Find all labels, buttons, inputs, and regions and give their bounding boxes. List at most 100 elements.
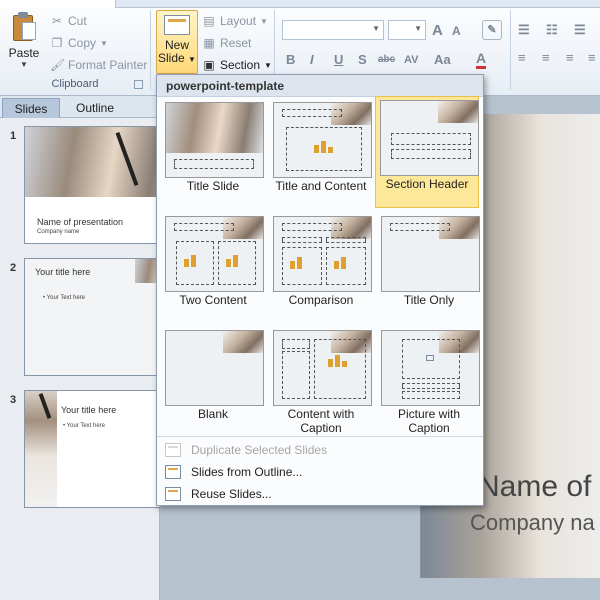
chevron-down-icon: ▼ <box>264 60 272 70</box>
layout-comparison[interactable]: Comparison <box>269 213 373 325</box>
content-icons <box>334 257 356 269</box>
layout-content-with-caption[interactable]: Content with Caption <box>269 327 373 439</box>
indent-icon[interactable]: ☰ <box>574 22 586 38</box>
font-size-combobox[interactable]: ▼ <box>388 20 426 40</box>
layout-preview <box>381 330 480 406</box>
chevron-down-icon[interactable]: ▼ <box>4 60 44 69</box>
layout-preview <box>273 102 372 178</box>
placeholder-box <box>174 159 254 169</box>
reuse-slides-item[interactable]: Reuse Slides... <box>157 483 483 505</box>
menu-item-label: Slides from Outline... <box>191 465 303 479</box>
scissors-icon: ✂ <box>51 14 63 28</box>
clipboard-group-label: Clipboard <box>51 78 99 90</box>
grow-font-icon[interactable]: A <box>432 22 443 39</box>
dialog-launcher-icon[interactable] <box>134 80 143 89</box>
slide-number: 1 <box>10 130 17 142</box>
duplicate-slides-icon <box>165 443 181 457</box>
character-spacing-icon[interactable]: AV <box>404 54 418 66</box>
home-tab[interactable] <box>0 0 116 8</box>
clipboard-icon <box>10 12 38 42</box>
format-painter-label: Format Painter <box>68 58 148 72</box>
slide-bullet: • Your Text here <box>63 423 106 429</box>
layout-label: Picture with Caption <box>397 407 461 435</box>
chevron-down-icon: ▼ <box>372 24 380 33</box>
layout-preview <box>380 100 479 176</box>
layout-picture-with-caption[interactable]: Picture with Caption <box>377 327 481 439</box>
layout-label: Comparison <box>288 293 354 307</box>
slide-subtitle: Company name <box>37 229 80 235</box>
layout-blank[interactable]: Blank <box>161 327 265 439</box>
cut-button[interactable]: ✂ Cut <box>50 12 87 30</box>
underline-icon[interactable]: U <box>334 52 343 67</box>
slide-side-photo <box>25 391 57 507</box>
layout-preview <box>165 330 264 406</box>
layout-label: Blank <box>197 407 229 421</box>
layout-button[interactable]: ▤ Layout ▼ <box>202 12 268 30</box>
paintbrush-icon: 🖌 <box>50 58 66 72</box>
duplicate-selected-slides-item: Duplicate Selected Slides <box>157 439 483 461</box>
reset-button[interactable]: ▦ Reset <box>202 34 251 52</box>
layout-label: Title Only <box>403 293 455 307</box>
clear-formatting-icon[interactable]: ✎ <box>482 20 502 40</box>
shrink-font-icon[interactable]: A <box>452 24 461 38</box>
slide-bullet: • Your Text here <box>43 295 86 301</box>
new-slide-button[interactable]: New Slide ▼ <box>156 10 198 74</box>
slide-title: Your title here <box>35 267 91 277</box>
layout-preview <box>381 216 480 292</box>
placeholder-box <box>282 339 310 349</box>
placeholder-box <box>282 237 322 243</box>
shadow-s-icon[interactable]: S <box>358 52 367 67</box>
layout-label: Title Slide <box>186 179 240 193</box>
placeholder-box <box>174 223 234 231</box>
paste-button[interactable]: Paste ▼ <box>4 10 44 72</box>
slide-subtitle-text[interactable]: Company na <box>470 510 595 536</box>
slide-number: 3 <box>10 394 17 406</box>
slide-title: Your title here <box>61 405 117 415</box>
new-slide-label-line2: Slide <box>158 51 185 65</box>
layout-label: Layout <box>220 14 257 28</box>
layout-title-slide[interactable]: Title Slide <box>161 99 265 211</box>
change-case-icon[interactable]: Aa <box>434 52 451 67</box>
copy-icon: ❐ <box>51 36 63 50</box>
align-center-icon[interactable]: ≡ <box>542 50 550 65</box>
chevron-down-icon: ▼ <box>188 55 196 64</box>
layout-two-content[interactable]: Two Content <box>161 213 265 325</box>
strikethrough-icon[interactable]: abc <box>378 54 395 65</box>
new-slide-icon <box>164 15 190 35</box>
slides-from-outline-item[interactable]: Slides from Outline... <box>157 461 483 483</box>
italic-icon[interactable]: I <box>310 52 314 67</box>
layout-preview <box>165 216 264 292</box>
layout-label: Title and Content <box>275 179 367 193</box>
copy-button[interactable]: ❐ Copy ▼ <box>50 34 108 52</box>
bold-icon[interactable]: B <box>286 52 295 67</box>
font-color-icon[interactable]: A <box>476 50 487 69</box>
section-button[interactable]: ▣ Section ▼ <box>202 56 272 74</box>
layout-photo <box>166 103 263 153</box>
layout-title-and-content[interactable]: Title and Content <box>269 99 373 211</box>
format-painter-button[interactable]: 🖌 Format Painter <box>50 56 147 74</box>
align-left-icon[interactable]: ≡ <box>518 50 526 65</box>
layout-preview <box>273 330 372 406</box>
justify-icon[interactable]: ≡ <box>588 50 596 65</box>
content-icons <box>290 257 312 269</box>
placeholder-box <box>282 223 342 231</box>
layout-section-header[interactable]: Section Header <box>375 96 479 208</box>
layout-title-only[interactable]: Title Only <box>377 213 481 325</box>
placeholder-box <box>402 391 460 399</box>
new-slide-dropdown: powerpoint-template Title Slide Title an… <box>156 74 484 506</box>
bullets-icon[interactable]: ☰ <box>518 22 530 38</box>
font-name-combobox[interactable]: ▼ <box>282 20 384 40</box>
slide-title-text[interactable]: Name of <box>478 470 591 504</box>
group-divider <box>510 10 511 90</box>
group-divider <box>150 10 151 90</box>
placeholder-box <box>314 339 366 399</box>
tab-outline[interactable]: Outline <box>64 98 126 118</box>
dropdown-header: powerpoint-template <box>157 75 483 97</box>
layout-label: Content with Caption <box>287 407 355 435</box>
align-right-icon[interactable]: ≡ <box>566 50 574 65</box>
numbering-icon[interactable]: ☷ <box>546 22 558 38</box>
cut-label: Cut <box>68 14 87 28</box>
content-icons <box>184 255 206 267</box>
ribbon-tab-strip <box>0 0 600 8</box>
tab-slides[interactable]: Slides <box>2 98 60 118</box>
